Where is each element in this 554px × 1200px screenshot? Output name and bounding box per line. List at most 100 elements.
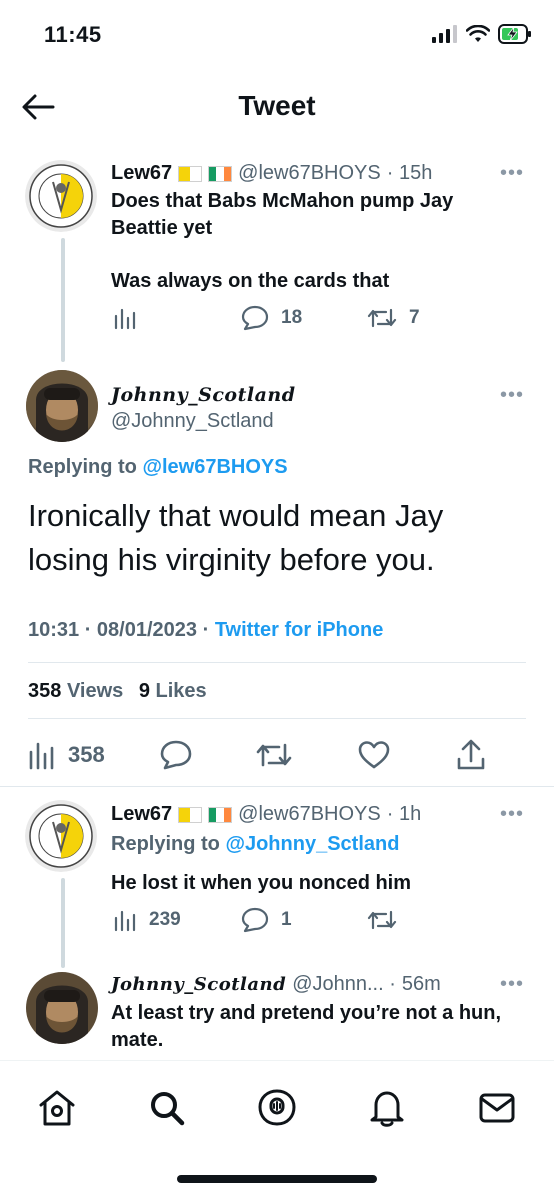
vatican-flag-icon	[178, 165, 203, 182]
retweet-count: 7	[409, 307, 420, 328]
replying-to-label: Replying to	[28, 456, 137, 478]
vatican-seal-avatar-icon	[25, 160, 97, 232]
bell-icon	[370, 1091, 404, 1127]
profile-photo-avatar-icon	[26, 370, 98, 442]
avatar[interactable]	[26, 370, 98, 442]
reply-count: 18	[281, 307, 303, 328]
search-icon	[151, 1092, 185, 1126]
likes-stat[interactable]: 9 Likes	[139, 680, 207, 702]
tweet-text-line: Beattie yet	[111, 217, 213, 239]
tweet-text-line: Was always on the cards that	[111, 270, 390, 292]
vatican-flag-icon	[178, 806, 203, 823]
battery-charging-icon	[498, 24, 532, 49]
thread-line	[61, 878, 65, 968]
tweet-text-line: Ironically that would mean Jay	[28, 498, 444, 533]
more-options-icon[interactable]: •••	[500, 162, 524, 185]
heart-icon	[358, 741, 390, 769]
views-stat[interactable]: 358 Views	[28, 680, 129, 702]
tweet-timestamp: 10:31 · 08/01/2023 · Twitter for iPhone	[28, 619, 383, 642]
profile-photo-avatar-icon	[26, 972, 98, 1044]
author-name[interactable]: Lew67	[111, 803, 172, 826]
tweet-text-line: losing his virginity before you.	[28, 542, 435, 577]
main-tweet-actions: 358	[28, 738, 498, 772]
analytics-button[interactable]: 239	[113, 908, 181, 932]
thread-line	[61, 238, 65, 362]
tweet-text: Does that Babs McMahon pump Jay Beattie …	[111, 188, 453, 295]
replying-to-link[interactable]: @Johnny_Sctland	[225, 833, 399, 855]
tweet-stats: 358 Views 9 Likes	[28, 680, 207, 703]
author-handle[interactable]: @Johnn... ·	[292, 973, 396, 996]
more-options-icon[interactable]: •••	[500, 803, 524, 826]
ireland-flag-icon	[208, 806, 233, 823]
retweet-icon	[256, 743, 292, 767]
retweet-icon	[367, 308, 397, 328]
reply-icon	[160, 740, 192, 770]
replying-to: Replying to @Johnny_Sctland	[111, 833, 399, 856]
tweet-time: · 1h	[386, 803, 422, 825]
status-bar: 11:45	[0, 0, 554, 70]
tweet-time: · 15h	[386, 162, 433, 184]
like-button[interactable]	[358, 740, 390, 770]
reply-icon	[241, 305, 269, 331]
divider	[28, 718, 526, 719]
signal-icon	[432, 25, 458, 48]
timestamp-text: 10:31 · 08/01/2023 ·	[28, 619, 210, 641]
tab-messages[interactable]	[474, 1085, 520, 1131]
retweet-button[interactable]: 7	[367, 306, 420, 330]
divider	[28, 662, 526, 663]
avatar[interactable]	[25, 160, 97, 232]
status-icons	[432, 24, 532, 49]
share-button[interactable]	[456, 739, 486, 771]
tweet-header: Lew67 @lew67BHOYS · 15h	[111, 162, 432, 185]
retweet-icon	[367, 910, 397, 930]
tweet-actions: 239 1	[113, 906, 413, 934]
tab-spaces[interactable]	[254, 1085, 300, 1131]
likes-label: Likes	[155, 680, 207, 702]
reply-button[interactable]	[160, 740, 192, 770]
author-handle[interactable]: @lew67BHOYS	[238, 803, 381, 826]
analytics-button[interactable]: 358	[28, 740, 105, 770]
views-count: 239	[149, 909, 181, 930]
tab-home[interactable]	[34, 1085, 80, 1131]
author-name[interactable]: Johnny_Scotland	[111, 974, 286, 995]
tweet-text-line: Does that Babs McMahon pump Jay	[111, 190, 454, 212]
reply-button[interactable]: 1	[241, 907, 292, 933]
more-options-icon[interactable]: •••	[500, 384, 524, 407]
mail-icon	[479, 1093, 515, 1123]
author-handle[interactable]: @lew67BHOYS	[238, 162, 381, 185]
replying-to-label: Replying to	[111, 833, 220, 855]
tab-notifications[interactable]	[364, 1085, 410, 1131]
client-link[interactable]: Twitter for iPhone	[215, 619, 384, 641]
home-indicator	[177, 1175, 377, 1183]
author-handle[interactable]: @Johnny_Sctland	[111, 410, 274, 433]
page-title: Tweet	[238, 90, 316, 121]
reply-button[interactable]: 18	[241, 305, 302, 331]
analytics-icon	[114, 308, 136, 330]
analytics-button[interactable]	[113, 306, 137, 330]
reply-icon	[241, 907, 269, 933]
avatar[interactable]	[25, 800, 97, 872]
ireland-flag-icon	[208, 165, 233, 182]
avatar[interactable]	[26, 972, 98, 1044]
analytics-count: 358	[68, 742, 105, 767]
tweet-time: 56m	[401, 973, 441, 995]
retweet-button[interactable]	[256, 740, 292, 770]
replying-to-link[interactable]: @lew67BHOYS	[142, 456, 287, 478]
views-label: Views	[66, 680, 124, 702]
tab-search[interactable]	[144, 1085, 190, 1131]
home-icon	[39, 1090, 75, 1126]
more-options-icon[interactable]: •••	[500, 973, 524, 996]
share-icon	[457, 739, 485, 770]
spaces-icon	[258, 1089, 296, 1126]
analytics-icon	[29, 742, 54, 770]
views-count: 358	[28, 680, 62, 702]
tweet-text-line: mate.	[111, 1029, 164, 1051]
likes-count: 9	[138, 680, 150, 702]
retweet-button[interactable]	[367, 908, 397, 932]
vatican-seal-avatar-icon	[25, 800, 97, 872]
reply-count: 1	[281, 909, 292, 930]
main-tweet-text: Ironically that would mean Jay losing hi…	[28, 494, 443, 582]
author-name[interactable]: Lew67	[111, 162, 172, 185]
divider	[0, 786, 554, 787]
author-name[interactable]: Johnny_Scotland	[111, 384, 296, 406]
